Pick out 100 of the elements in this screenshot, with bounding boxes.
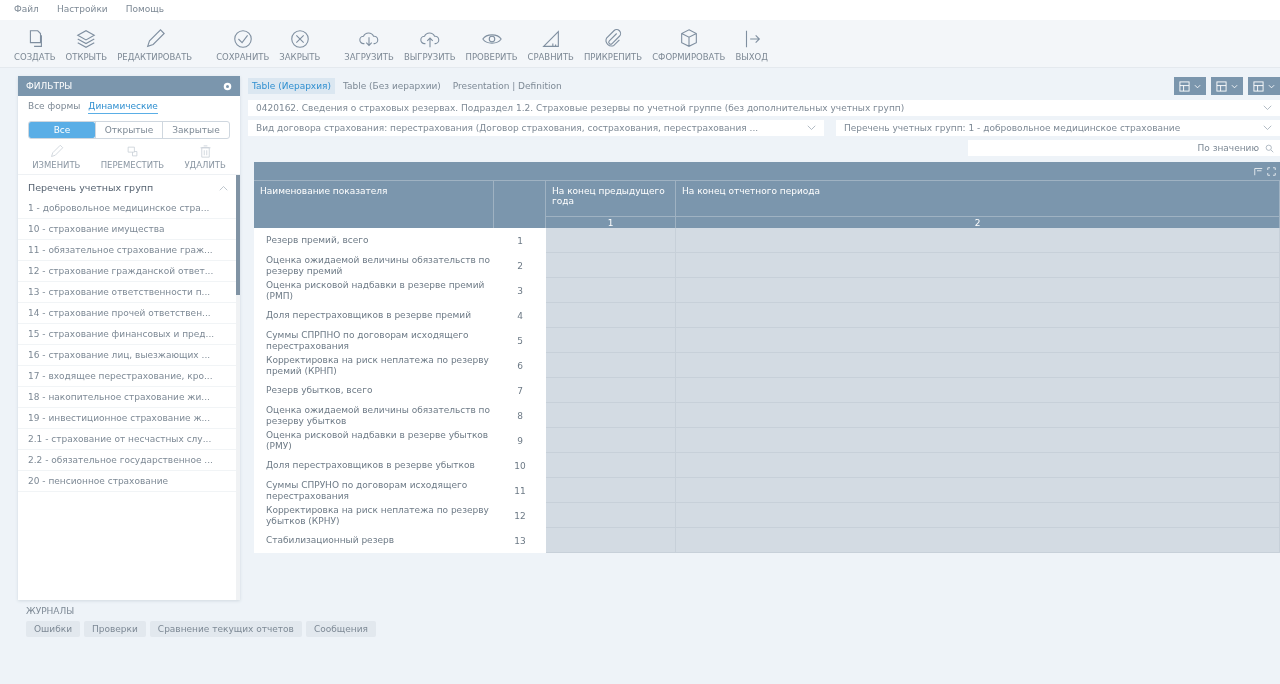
list-item[interactable]: 13 - страхование ответственности п...: [18, 282, 236, 303]
action-button[interactable]: УДАЛИТЬ: [184, 144, 226, 170]
table-cell[interactable]: [546, 303, 676, 328]
table-cell[interactable]: [546, 478, 676, 503]
table-cell[interactable]: [546, 403, 676, 428]
row-label: Оценка ожидаемой величины обязательств по резерву премий: [254, 253, 494, 278]
check-circle-icon: [231, 28, 254, 50]
toolbar-button[interactable]: СОХРАНИТЬ: [212, 28, 274, 62]
toolbar-button[interactable]: ВЫГРУЗИТЬ: [399, 28, 460, 62]
row-label: Суммы СПРПНО по договорам исходящего перестрахования: [254, 328, 494, 353]
list-item[interactable]: 1 - добровольное медицинское стра...: [18, 198, 236, 219]
toolbar-button[interactable]: ЗАГРУЗИТЬ: [340, 28, 398, 62]
toolbar-button[interactable]: ЗАКРЫТЬ: [275, 28, 325, 62]
toolbar-button[interactable]: РЕДАКТИРОВАТЬ: [113, 28, 197, 62]
row-label: Доля перестраховщиков в резерве премий: [254, 303, 494, 328]
pencil-icon: [48, 144, 64, 159]
column-header: На конец отчетного периода: [676, 180, 1280, 216]
view-tab[interactable]: Table (Без иерархии): [338, 78, 445, 94]
form-select[interactable]: 0420162. Сведения о страховых резервах. Подраздел 1.2. Страховые резервы по учетной группе (без дополнительных учетных групп): [248, 100, 1280, 116]
panel-title: ФИЛЬТРЫ: [26, 81, 73, 91]
row-code: 5: [494, 328, 546, 353]
row-code: 9: [494, 428, 546, 453]
view-tab[interactable]: Presentation | Definition: [448, 78, 566, 94]
list-item[interactable]: 2.1 - страхование от несчастных слу...: [18, 429, 236, 450]
table-cell[interactable]: [546, 378, 676, 403]
row-code: 13: [494, 528, 546, 553]
journal-tab[interactable]: Проверки: [84, 621, 146, 637]
dropdown-button[interactable]: [1248, 77, 1280, 95]
menu-item[interactable]: Настройки: [56, 4, 108, 18]
dropdown-field[interactable]: Вид договора страхования: перестрахования (Договор страхования, сострахования, перестрахования ...: [248, 120, 824, 136]
toolbar-button[interactable]: СОЗДАТЬ: [10, 28, 60, 62]
action-button[interactable]: ИЗМЕНИТЬ: [32, 144, 81, 170]
menu-item[interactable]: Помощь: [125, 4, 165, 18]
filter-icon[interactable]: [1254, 166, 1263, 176]
scrollbar[interactable]: [236, 175, 240, 600]
journal-tab[interactable]: Сравнение текущих отчетов: [149, 621, 302, 637]
dropdown-button[interactable]: [1211, 77, 1243, 95]
list-item[interactable]: 19 - инвестиционное страхование ж...: [18, 408, 236, 429]
row-label: Оценка рисковой надбавки в резерве убытков (РМУ): [254, 428, 494, 453]
table-cell[interactable]: [546, 228, 676, 253]
row-label: Оценка рисковой надбавки в резерве премий (РМП): [254, 278, 494, 303]
list-item[interactable]: 11 - обязательное страхование граж...: [18, 240, 236, 261]
row-code: 4: [494, 303, 546, 328]
chevron-up-icon[interactable]: [219, 184, 228, 191]
table-cell[interactable]: [546, 328, 676, 353]
toolbar-button[interactable]: ПРОВЕРИТЬ: [461, 28, 522, 62]
caret-icon: [1194, 83, 1201, 89]
segment-button[interactable]: Открытые: [95, 122, 162, 138]
row-label: Стабилизационный резерв: [254, 528, 494, 553]
view-tab[interactable]: Table (Иерархия): [248, 78, 335, 94]
settings-icon[interactable]: [223, 81, 232, 91]
table-cell[interactable]: [676, 528, 1280, 553]
filter-tab[interactable]: Все формы: [28, 101, 81, 114]
segment-button[interactable]: Все: [29, 122, 95, 138]
journal-tab[interactable]: Сообщения: [305, 621, 376, 637]
dropdown-button[interactable]: [1174, 77, 1206, 95]
row-code: 8: [494, 403, 546, 428]
toolbar-button[interactable]: ОТКРЫТЬ: [61, 28, 112, 62]
list-item[interactable]: 10 - страхование имущества: [18, 219, 236, 240]
table-cell[interactable]: [546, 428, 676, 453]
list-item[interactable]: 12 - страхование гражданской ответ...: [18, 261, 236, 282]
list-item[interactable]: 20 - пенсионное страхование: [18, 471, 236, 492]
chevron-down-icon: [1263, 105, 1272, 111]
list-item[interactable]: 16 - страхование лиц, выезжающих ...: [18, 345, 236, 366]
row-label: Оценка ожидаемой величины обязательств по резерву убытков: [254, 403, 494, 428]
move-icon: [124, 144, 140, 159]
row-label: Резерв убытков, всего: [254, 378, 494, 403]
segment-button[interactable]: Закрытые: [162, 122, 229, 138]
table-cell[interactable]: [546, 503, 676, 528]
table-icon: [1179, 80, 1190, 92]
dropdown-field[interactable]: Перечень учетных групп: 1 - добровольное медицинское страхование: [836, 120, 1280, 136]
list-item[interactable]: 17 - входящее перестрахование, кро...: [18, 366, 236, 387]
toolbar-button[interactable]: СФОРМИРОВАТЬ: [648, 28, 730, 62]
table-cell[interactable]: [546, 353, 676, 378]
table-cell[interactable]: [546, 278, 676, 303]
table-cell[interactable]: [546, 453, 676, 478]
table-cell[interactable]: [546, 253, 676, 278]
expand-icon[interactable]: [1267, 166, 1276, 176]
search-icon[interactable]: [1265, 143, 1274, 153]
row-code: 3: [494, 278, 546, 303]
chevron-down-icon: [1263, 125, 1272, 131]
row-code: 10: [494, 453, 546, 478]
toolbar-button[interactable]: ВЫХОД: [731, 28, 772, 62]
action-button[interactable]: ПЕРЕМЕСТИТЬ: [100, 144, 165, 170]
toolbar-button[interactable]: ПРИКРЕПИТЬ: [579, 28, 647, 62]
table-cell[interactable]: [546, 528, 676, 553]
layers-icon: [75, 28, 98, 50]
row-code: 11: [494, 478, 546, 503]
toolbar-button[interactable]: СРАВНИТЬ: [523, 28, 578, 62]
list-item[interactable]: 14 - страхование прочей ответствен...: [18, 303, 236, 324]
filter-tab[interactable]: Динамические: [88, 101, 158, 114]
table-cell[interactable]: [676, 228, 1280, 253]
journal-tab[interactable]: Ошибки: [26, 621, 80, 637]
list-item[interactable]: 18 - накопительное страхование жи...: [18, 387, 236, 408]
list-item[interactable]: 15 - страхование финансовых и пред...: [18, 324, 236, 345]
caret-icon: [1268, 83, 1275, 89]
list-item[interactable]: 2.2 - обязательное государственное ...: [18, 450, 236, 471]
menu-item[interactable]: Файл: [14, 4, 39, 18]
column-number: 2: [676, 216, 1280, 228]
row-label: Суммы СПРУНО по договорам исходящего перестрахования: [254, 478, 494, 503]
